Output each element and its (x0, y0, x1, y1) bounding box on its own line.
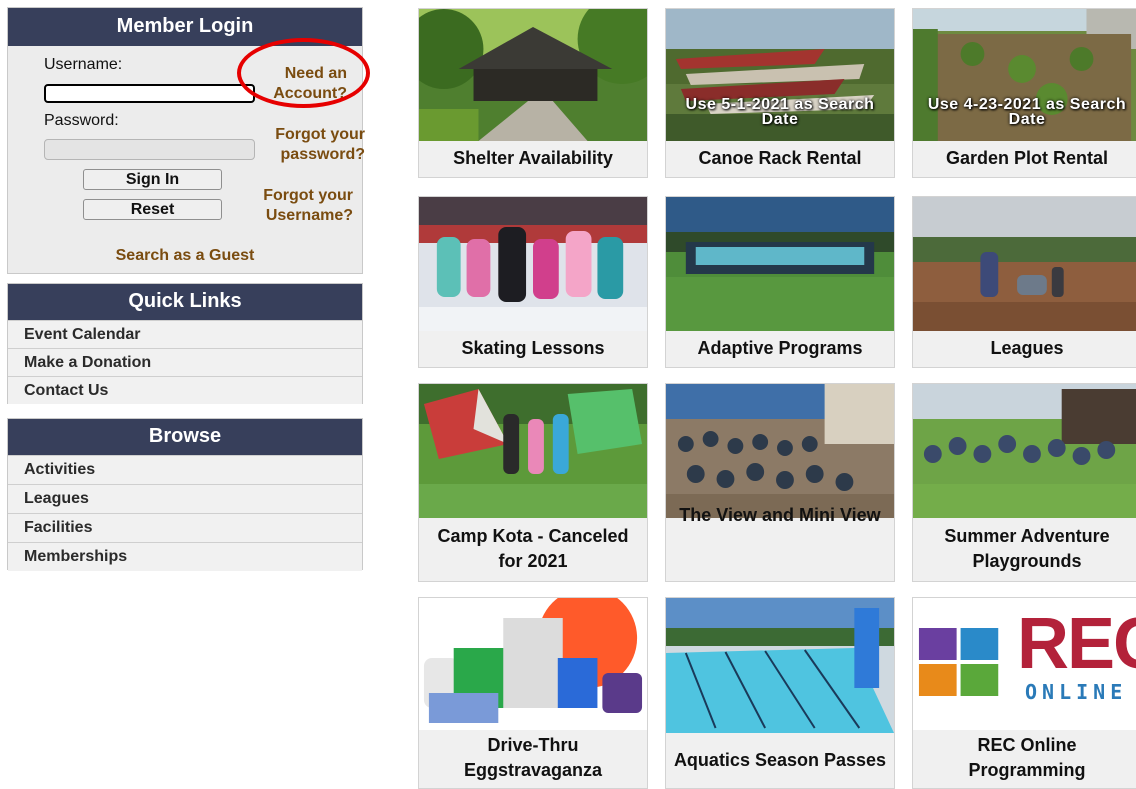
tile-leagues[interactable]: Leagues (912, 196, 1136, 368)
shelter-image (419, 9, 647, 141)
rec-online-logo: REC ONLINE (913, 598, 1136, 730)
quick-links-panel: Quick Links Event Calendar Make a Donati… (7, 283, 363, 404)
canoe-rack-image: Use 5-1-2021 as Search Date (666, 9, 894, 141)
tile-adaptive-programs[interactable]: Adaptive Programs (665, 196, 895, 368)
aquatics-image (666, 598, 894, 733)
password-input[interactable] (44, 139, 255, 160)
tile-drive-thru-eggstravaganza[interactable]: Drive-Thru Eggstravaganza (418, 597, 648, 789)
browse-panel: Browse Activities Leagues Facilities Mem… (7, 418, 363, 571)
quick-link-event-calendar[interactable]: Event Calendar (8, 320, 362, 348)
camp-kota-image (419, 384, 647, 518)
tile-aquatics-season-passes[interactable]: Aquatics Season Passes (665, 597, 895, 789)
reset-button[interactable]: Reset (83, 199, 222, 220)
highlight-circle-annotation (237, 38, 370, 108)
tile-label: Adaptive Programs (697, 337, 863, 358)
tile-rec-online-programming[interactable]: REC ONLINE REC Online Programming (912, 597, 1136, 789)
tile-summer-adventure-playgrounds[interactable]: Summer Adventure Playgrounds (912, 383, 1136, 582)
browse-link-activities[interactable]: Activities (8, 455, 362, 484)
password-label: Password: (44, 112, 119, 129)
tile-skating-lessons[interactable]: Skating Lessons (418, 196, 648, 368)
garden-plot-image: Use 4-23-2021 as Search Date (913, 9, 1136, 141)
tile-garden-plot-rental[interactable]: Use 4-23-2021 as Search Date Garden Plot… (912, 8, 1136, 178)
browse-link-leagues[interactable]: Leagues (8, 484, 362, 513)
quick-links-header: Quick Links (8, 284, 362, 320)
tile-label: Summer Adventure Playgrounds (944, 525, 1110, 571)
skating-image (419, 197, 647, 331)
online-wordmark: ONLINE (1025, 680, 1128, 704)
search-as-guest-link[interactable]: Search as a Guest (8, 246, 362, 266)
tile-label: Skating Lessons (461, 337, 605, 358)
rec-wordmark: REC (1017, 604, 1136, 684)
member-login-panel: Member Login Username: Password: Sign In… (7, 7, 370, 274)
canoe-search-date-overlay: Use 5-1-2021 as Search Date (685, 96, 875, 128)
garden-search-date-overlay: Use 4-23-2021 as Search Date (927, 96, 1127, 128)
quick-link-make-donation[interactable]: Make a Donation (8, 348, 362, 376)
tile-label: Aquatics Season Passes (673, 750, 887, 770)
forgot-password-link[interactable]: Forgot your password? (246, 125, 365, 165)
forgot-username-link[interactable]: Forgot your Username? (246, 186, 353, 226)
tile-label: Drive-Thru Eggstravaganza (463, 735, 603, 780)
tile-the-view[interactable]: The View and Mini View (665, 383, 895, 582)
eggstravaganza-image (419, 598, 647, 730)
leagues-image (913, 197, 1136, 331)
tile-label: The View and Mini View (679, 505, 881, 525)
tile-label: Garden Plot Rental (945, 147, 1109, 168)
adaptive-programs-image (666, 197, 894, 331)
tile-shelter-availability[interactable]: Shelter Availability (418, 8, 648, 178)
browse-link-memberships[interactable]: Memberships (8, 542, 362, 571)
tile-label: Canoe Rack Rental (698, 147, 862, 168)
tile-label: REC Online Programming (968, 735, 1086, 780)
tile-canoe-rack-rental[interactable]: Use 5-1-2021 as Search Date Canoe Rack R… (665, 8, 895, 178)
browse-header: Browse (8, 419, 362, 455)
tile-label: Shelter Availability (453, 147, 613, 168)
tile-label: Camp Kota - Canceled for 2021 (437, 525, 629, 571)
quick-link-contact-us[interactable]: Contact Us (8, 376, 362, 404)
username-label: Username: (44, 56, 123, 73)
username-input[interactable] (44, 84, 255, 103)
sign-in-button[interactable]: Sign In (83, 169, 222, 190)
browse-link-facilities[interactable]: Facilities (8, 513, 362, 542)
tile-camp-kota[interactable]: Camp Kota - Canceled for 2021 (418, 383, 648, 582)
summer-adventure-image (913, 384, 1136, 518)
tile-label: Leagues (990, 337, 1064, 358)
